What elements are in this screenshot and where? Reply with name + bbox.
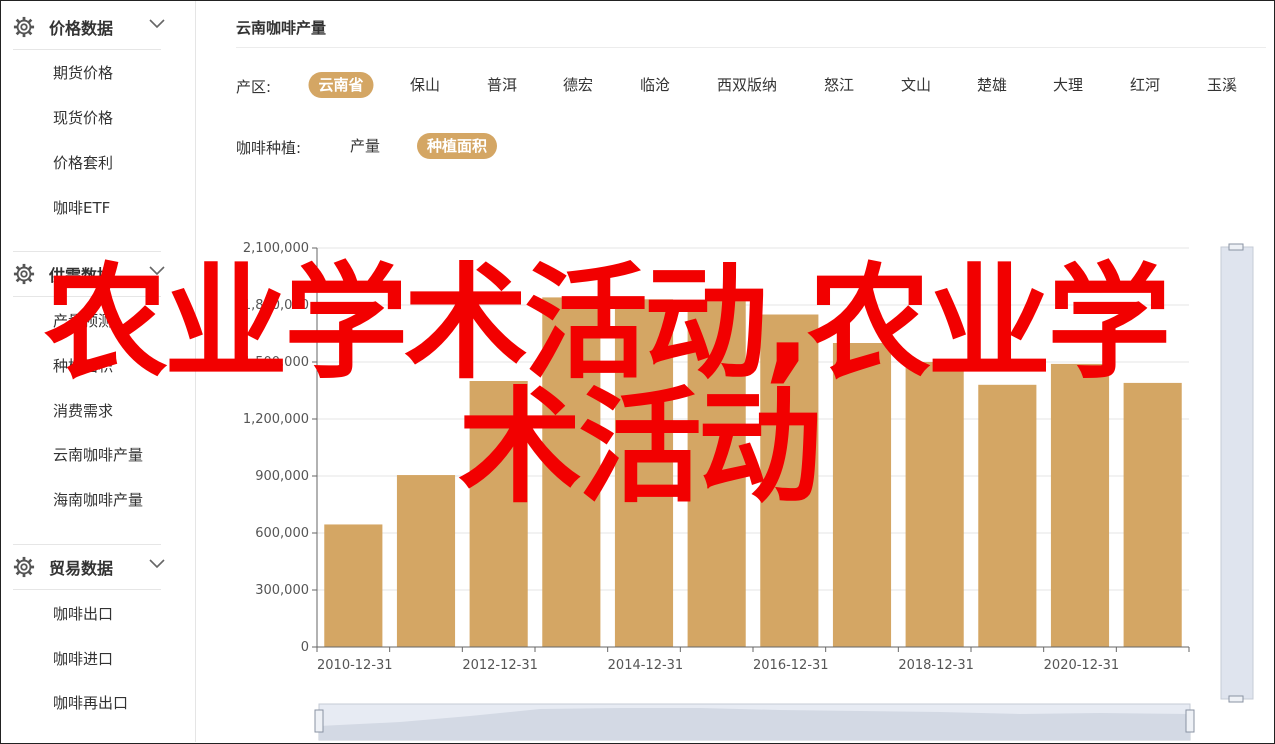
x-tick-label: 2016-12-31 — [753, 658, 829, 673]
bar — [1123, 382, 1182, 647]
y-tick-label: 600,000 — [255, 526, 309, 541]
x-tick-label: 2012-12-31 — [462, 658, 538, 673]
x-tick-label: 2014-12-31 — [608, 658, 684, 673]
horizontal-zoom-slider[interactable] — [314, 703, 1195, 741]
y-axis-ticks: 0 300,000 600,000 900,000 1,200,000 1,500,000… — [243, 241, 317, 655]
y-tick-label: 2,100,000 — [243, 241, 309, 256]
bar — [542, 297, 601, 647]
bar — [1050, 363, 1110, 647]
bar — [832, 343, 892, 647]
bar — [905, 362, 964, 647]
y-tick-label: 1,500,000 — [243, 355, 309, 370]
bar — [978, 384, 1037, 647]
bar — [760, 314, 819, 647]
bar — [469, 381, 528, 647]
y-tick-label: 300,000 — [255, 583, 309, 598]
x-tick-label: 2018-12-31 — [898, 658, 974, 673]
bar — [687, 301, 746, 647]
bar — [324, 524, 383, 647]
y-tick-label: 1,800,000 — [243, 298, 309, 313]
slider-handle-bottom[interactable] — [1228, 695, 1244, 703]
x-tick-label: 2020-12-31 — [1044, 658, 1120, 673]
bar-chart: 0 300,000 600,000 900,000 1,200,000 1,500,000… — [243, 241, 1254, 741]
slider-handle-top[interactable] — [1228, 243, 1244, 251]
chart-bars — [324, 297, 1182, 647]
bar — [396, 475, 456, 647]
slider-handle-right[interactable] — [1185, 709, 1195, 733]
y-tick-label: 900,000 — [255, 469, 309, 484]
y-tick-label: 1,200,000 — [243, 412, 309, 427]
vertical-zoom-slider[interactable] — [1220, 243, 1254, 703]
bar — [614, 299, 674, 647]
x-tick-label: 2010-12-31 — [317, 658, 393, 673]
y-tick-label: 0 — [301, 640, 309, 655]
x-axis-ticks: 2010-12-31 2012-12-31 2014-12-31 2016-12-31… — [316, 647, 1190, 673]
slider-handle-left[interactable] — [314, 709, 324, 733]
